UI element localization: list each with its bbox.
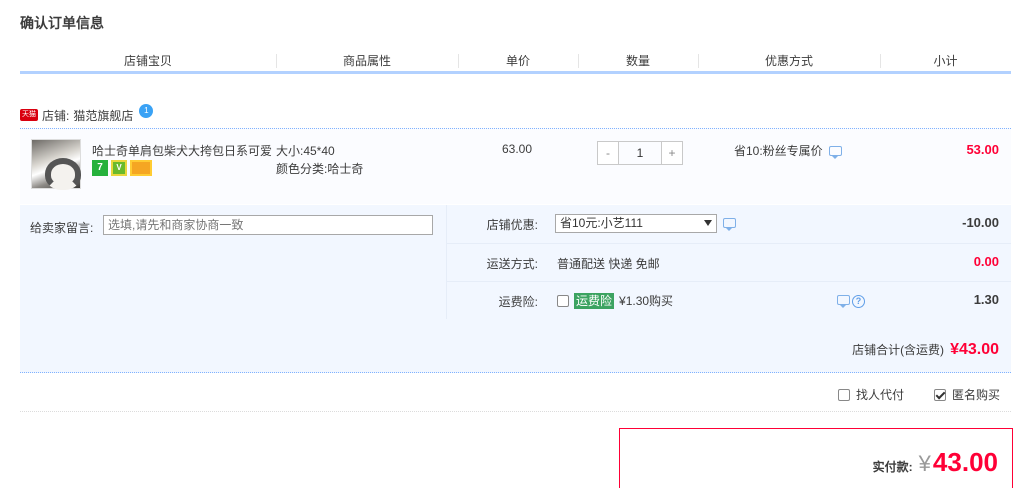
credit-card-icon[interactable] <box>130 160 152 176</box>
product-title-link[interactable]: 哈士奇单肩包柴犬大挎包日系可爱... <box>92 142 272 159</box>
insurance-option: 运费险 ¥1.30购买 <box>557 292 673 309</box>
wangwang-chat-icon[interactable]: 1 <box>139 104 154 118</box>
attr-size: 大小:45*40 <box>276 144 335 158</box>
promo-comment-icon[interactable] <box>828 145 842 159</box>
tmall-icon: 天猫 <box>20 109 38 121</box>
promo-label: 省10:粉丝专属价 <box>734 144 823 158</box>
pay-for-me-checkbox[interactable] <box>838 388 850 401</box>
dropdown-arrow-icon <box>704 220 712 226</box>
shop-discount-selected: 省10元:小艺111 <box>560 216 643 230</box>
pay-for-me-label: 找人代付 <box>856 388 905 402</box>
qty-minus-button[interactable]: - <box>598 142 618 164</box>
col-subtotal: 小计 <box>880 50 1011 71</box>
insurance-comment-icon[interactable] <box>837 295 850 308</box>
product-thumbnail[interactable] <box>31 139 81 190</box>
shipping-label: 运送方式: <box>486 257 538 271</box>
shipping-method: 普通配送 快递 免邮 <box>557 257 660 271</box>
insurance-icons: ? <box>837 295 865 308</box>
verified-icon[interactable]: V <box>111 160 127 176</box>
shop-discount-row: 店铺优惠: 省10元:小艺111 -10.00 <box>446 205 1011 243</box>
col-unit-price: 单价 <box>458 50 578 71</box>
shop-label: 店铺: <box>42 108 70 123</box>
order-item-row: 哈士奇单肩包柴犬大挎包日系可爱... 7 V 大小:45*40 颜色分类:哈士奇… <box>20 128 1011 204</box>
insurance-label: 运费险: <box>498 295 538 309</box>
shop-discount-value: -10.00 <box>962 215 999 230</box>
qty-plus-button[interactable]: + <box>662 142 682 164</box>
service-badges: 7 V <box>92 160 152 176</box>
seller-message-area: 给卖家留言: <box>20 205 446 320</box>
order-options-panel: 给卖家留言: 店铺优惠: 省10元:小艺111 -10.00 运送方式: 普通配… <box>20 205 1011 373</box>
unit-price: 63.00 <box>502 142 533 156</box>
col-quantity: 数量 <box>578 50 698 71</box>
anonymous-label: 匿名购买 <box>952 388 1001 402</box>
insurance-checkbox[interactable] <box>557 294 569 307</box>
help-question-icon[interactable]: ? <box>852 295 865 308</box>
attr-color: 颜色分类:哈士奇 <box>276 162 364 176</box>
payment-label: 实付款: <box>872 460 913 474</box>
anonymous-checkbox[interactable] <box>934 388 946 401</box>
col-attributes: 商品属性 <box>276 50 458 71</box>
fees-block: 店铺优惠: 省10元:小艺111 -10.00 运送方式: 普通配送 快递 免邮… <box>446 205 1011 320</box>
shop-total-value: ¥43.00 <box>950 341 999 358</box>
insurance-price: ¥1.30购买 <box>619 294 674 308</box>
message-label: 给卖家留言: <box>30 221 94 235</box>
item-subtotal: 53.00 <box>966 142 999 157</box>
insurance-value: 1.30 <box>973 292 999 307</box>
column-header-row: 店铺宝贝 商品属性 单价 数量 优惠方式 小计 <box>20 50 1011 74</box>
shipping-value: 0.00 <box>973 254 999 269</box>
shop-name-link[interactable]: 猫范旗舰店 <box>73 107 133 124</box>
shop-discount-label: 店铺优惠: <box>486 218 538 232</box>
insurance-row: 运费险: 运费险 ¥1.30购买 ? 1.30 <box>446 281 1011 319</box>
payment-summary-box: 实付款: ¥ 43.00 <box>619 428 1013 488</box>
promo-text: 省10:粉丝专属价 <box>734 142 842 159</box>
discount-comment-icon[interactable] <box>723 218 736 231</box>
payment-amount: 43.00 <box>932 447 998 477</box>
payment-currency: ¥ <box>918 451 931 476</box>
insurance-tag: 运费险 <box>574 292 615 309</box>
qty-input[interactable]: 1 <box>618 142 662 164</box>
pay-for-me-option[interactable]: 找人代付 <box>838 386 904 403</box>
seven-day-return-icon[interactable]: 7 <box>92 160 108 176</box>
shop-total-label: 店铺合计(含运费) <box>852 343 945 357</box>
shop-total: 店铺合计(含运费) ¥43.00 <box>852 341 999 359</box>
shipping-row: 运送方式: 普通配送 快递 免邮 0.00 <box>446 243 1011 281</box>
shop-header: 天猫 店铺: 猫范旗舰店 1 <box>20 104 154 124</box>
shop-discount-select[interactable]: 省10元:小艺111 <box>555 214 717 233</box>
anonymous-option[interactable]: 匿名购买 <box>934 386 1000 403</box>
col-shop-item: 店铺宝贝 <box>123 54 172 68</box>
payment-amount-line: 实付款: ¥ 43.00 <box>873 447 998 478</box>
purchase-options: 找人代付 匿名购买 <box>20 374 1011 412</box>
col-discount: 优惠方式 <box>698 50 880 71</box>
quantity-stepper: - 1 + <box>597 141 683 165</box>
page-title: 确认订单信息 <box>20 15 104 31</box>
seller-message-input[interactable] <box>103 215 433 235</box>
